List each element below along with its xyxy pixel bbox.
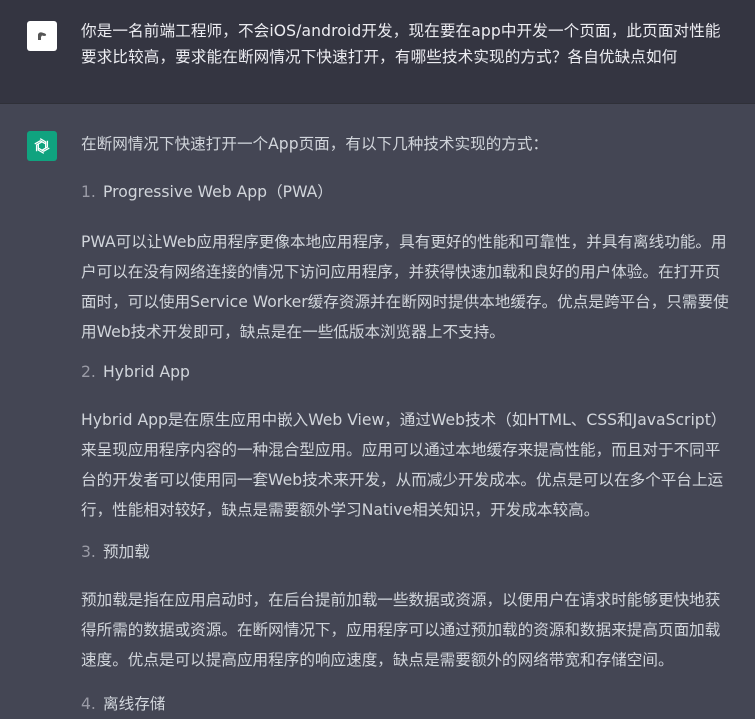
- user-avatar-icon: [38, 32, 47, 40]
- assistant-intro: 在断网情况下快速打开一个App页面，有以下几种技术实现的方式：: [81, 135, 549, 153]
- list-item-title: 预加载: [103, 543, 150, 561]
- list-item-number: 2.: [81, 363, 96, 381]
- list-item-number: 1.: [81, 183, 96, 201]
- list-item-heading: 4. 离线存储: [81, 689, 165, 719]
- list-item-body: PWA可以让Web应用程序更像本地应用程序，具有更好的性能和可靠性，并具有离线功…: [81, 233, 729, 341]
- list-item-number: 4.: [81, 695, 96, 713]
- list-item-number: 3.: [81, 543, 96, 561]
- user-message-row: 你是一名前端工程师，不会iOS/android开发，现在要在app中开发一个页面…: [0, 0, 755, 104]
- list-item-heading: 1. Progressive Web App（PWA）: [81, 177, 333, 207]
- list-item-title: Hybrid App: [103, 363, 190, 381]
- chatgpt-logo-icon: [27, 131, 57, 161]
- list-item-title: 离线存储: [103, 695, 166, 713]
- list-item-heading: 2. Hybrid App: [81, 357, 190, 387]
- list-item-body: Hybrid App是在原生应用中嵌入Web View，通过Web技术（如HTM…: [81, 411, 727, 519]
- assistant-message-row: 在断网情况下快速打开一个App页面，有以下几种技术实现的方式： 1. Progre…: [0, 104, 755, 713]
- list-item-title: Progressive Web App（PWA）: [103, 183, 333, 201]
- user-message-text: 你是一名前端工程师，不会iOS/android开发，现在要在app中开发一个页面…: [81, 22, 721, 66]
- user-avatar: [27, 21, 57, 51]
- list-item-body: 预加载是指在应用启动时，在后台提前加载一些数据或资源，以便用户在请求时能够更快地…: [81, 591, 721, 669]
- list-item-heading: 3. 预加载: [81, 537, 150, 567]
